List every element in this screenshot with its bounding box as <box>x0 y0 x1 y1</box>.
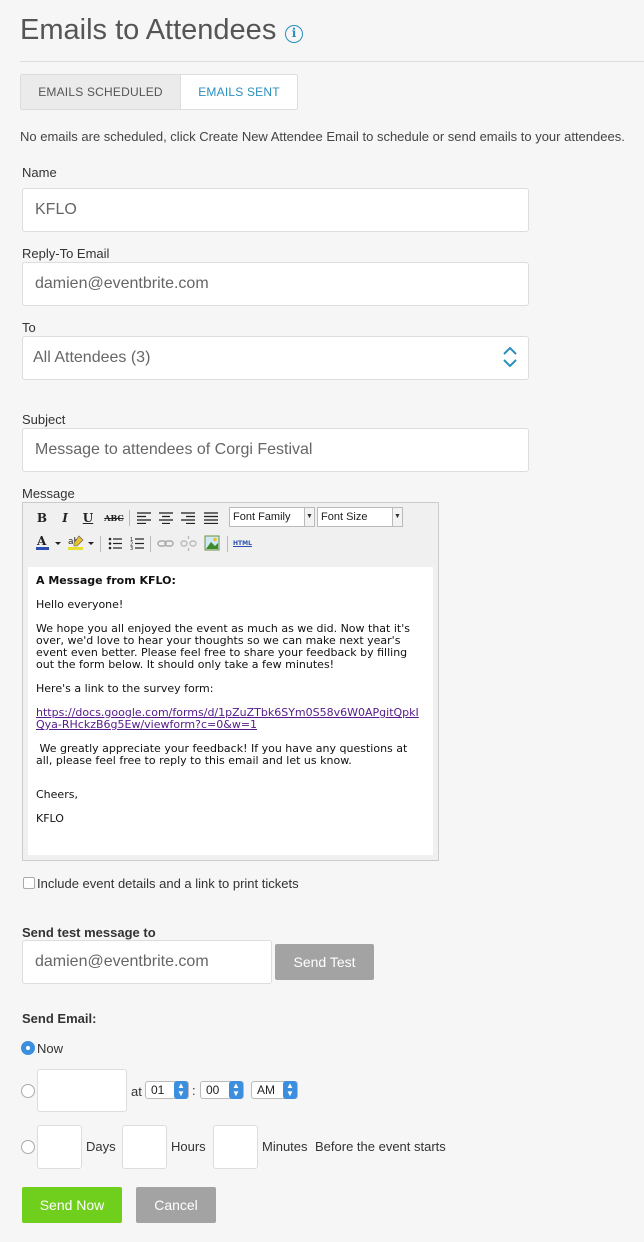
ampm-value: AM <box>257 1083 275 1097</box>
strikethrough-button[interactable]: ABC <box>103 509 125 527</box>
reply-to-email-field[interactable]: damien@eventbrite.com <box>22 262 529 306</box>
tab-bar: EMAILS SCHEDULED EMAILS SENT <box>20 74 298 110</box>
html-source-button[interactable]: HTML <box>233 540 252 547</box>
message-heading: A Message from KFLO: <box>36 574 176 587</box>
chevron-down-icon: ▼ <box>392 508 402 526</box>
toolbar-separator <box>129 510 130 526</box>
highlight-color-icon[interactable]: ab <box>67 534 97 552</box>
subject-field[interactable]: Message to attendees of Corgi Festival <box>22 428 529 472</box>
send-test-button[interactable]: Send Test <box>275 944 374 980</box>
toolbar-separator <box>227 536 228 552</box>
bold-button[interactable]: B <box>33 509 51 527</box>
send-scheduled-radio[interactable] <box>21 1084 35 1098</box>
justify-icon[interactable] <box>203 512 219 524</box>
name-field[interactable]: KFLO <box>22 188 529 232</box>
days-field[interactable] <box>37 1125 82 1169</box>
bullet-list-icon[interactable] <box>108 537 123 550</box>
send-now-label: Now <box>37 1041 64 1056</box>
send-before-event-radio[interactable] <box>21 1140 35 1154</box>
message-label: Message <box>22 486 75 501</box>
select-arrows-icon: ▲ ▼ <box>283 1081 297 1099</box>
align-left-icon[interactable] <box>136 512 152 524</box>
underline-button[interactable]: U <box>79 509 97 527</box>
select-arrows-icon: ▲ ▼ <box>229 1081 243 1099</box>
send-now-radio[interactable] <box>21 1041 35 1055</box>
cancel-button[interactable]: Cancel <box>136 1187 216 1223</box>
font-size-label: Font Size <box>321 511 368 523</box>
text-color-icon[interactable]: A <box>35 534 65 552</box>
italic-button[interactable]: I <box>56 509 74 527</box>
to-select-value: All Attendees (3) <box>33 349 151 366</box>
tab-emails-sent[interactable]: EMAILS SENT <box>181 75 297 109</box>
hour-select[interactable]: 01 ▲ ▼ <box>145 1081 189 1099</box>
include-details-checkbox[interactable] <box>23 877 35 889</box>
minutes-label: Minutes <box>262 1139 308 1154</box>
include-details-label: Include event details and a link to prin… <box>37 876 299 891</box>
toolbar-separator <box>150 536 151 552</box>
to-label: To <box>22 320 36 335</box>
days-label: Days <box>86 1139 116 1154</box>
message-paragraph: Here's a link to the survey form: <box>36 682 214 695</box>
font-family-select[interactable]: Font Family ▼ <box>229 507 315 527</box>
send-test-label: Send test message to <box>22 925 156 940</box>
minutes-field[interactable] <box>213 1125 258 1169</box>
to-select[interactable]: All Attendees (3) <box>22 336 529 380</box>
svg-text:3: 3 <box>130 546 133 550</box>
message-editor: B I U ABC Font Family ▼ Font Size ▼ A ab… <box>22 502 439 861</box>
message-body[interactable]: A Message from KFLO: Hello everyone! We … <box>28 567 433 855</box>
link-icon[interactable] <box>157 538 174 549</box>
subject-label: Subject <box>22 412 66 427</box>
font-size-select[interactable]: Font Size ▼ <box>317 507 403 527</box>
info-icon[interactable]: i <box>285 25 303 43</box>
reply-to-label: Reply-To Email <box>22 246 110 261</box>
minute-select[interactable]: 00 ▲ ▼ <box>200 1081 244 1099</box>
numbered-list-icon[interactable]: 123 <box>130 537 145 550</box>
unlink-icon[interactable] <box>180 536 197 551</box>
chevron-down-icon: ▼ <box>304 508 314 526</box>
minute-value: 00 <box>206 1083 220 1097</box>
at-label: at <box>131 1084 142 1099</box>
select-arrows-icon: ▲ ▼ <box>174 1081 188 1099</box>
hours-field[interactable] <box>122 1125 167 1169</box>
ampm-select[interactable]: AM ▲ ▼ <box>251 1081 298 1099</box>
before-event-label: Before the event starts <box>315 1139 446 1154</box>
page-title: Emails to Attendees <box>20 14 277 46</box>
svg-text:A: A <box>36 534 47 548</box>
test-email-field[interactable]: damien@eventbrite.com <box>22 940 272 984</box>
align-right-icon[interactable] <box>180 512 196 524</box>
hour-value: 01 <box>151 1083 165 1097</box>
name-label: Name <box>22 165 57 180</box>
date-field[interactable] <box>37 1069 127 1112</box>
send-now-button[interactable]: Send Now <box>22 1187 122 1223</box>
message-closing: Cheers, <box>36 788 78 801</box>
message-signature: KFLO <box>36 812 64 825</box>
message-paragraph: We greatly appreciate your feedback! If … <box>36 742 411 767</box>
select-arrows-icon <box>503 346 517 368</box>
tab-emails-scheduled[interactable]: EMAILS SCHEDULED <box>21 75 181 109</box>
hours-label: Hours <box>171 1139 206 1154</box>
survey-link[interactable]: https://docs.google.com/forms/d/1pZuZTbk… <box>36 706 419 731</box>
image-icon[interactable] <box>204 535 220 551</box>
title-divider <box>20 61 644 62</box>
message-greeting: Hello everyone! <box>36 598 124 611</box>
time-colon: : <box>192 1083 196 1098</box>
toolbar-separator <box>100 536 101 552</box>
align-center-icon[interactable] <box>158 512 174 524</box>
message-paragraph: We hope you all enjoyed the event as muc… <box>36 622 410 671</box>
no-emails-notice: No emails are scheduled, click Create Ne… <box>20 129 625 144</box>
font-family-label: Font Family <box>233 511 291 523</box>
send-email-label: Send Email: <box>22 1011 97 1026</box>
